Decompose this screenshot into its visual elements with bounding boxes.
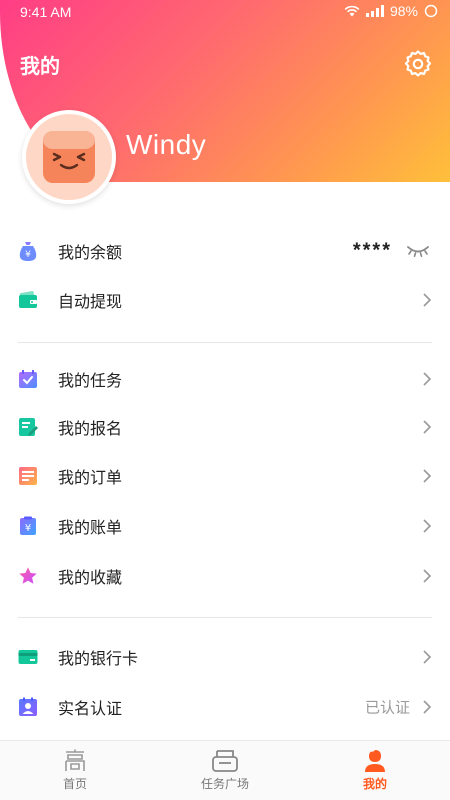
menu-item-balance[interactable]: ¥ 我的余额 ****: [0, 226, 450, 276]
menu-item-label: 我的收藏: [58, 568, 123, 587]
star-icon: [18, 566, 38, 586]
bank-card-icon: [18, 647, 38, 667]
status-indicators: 98%: [344, 3, 438, 19]
chevron-right-icon: [423, 700, 432, 714]
menu-item-label: 我的报名: [58, 419, 123, 438]
chevron-right-icon: [423, 372, 432, 386]
eye-closed-icon[interactable]: [406, 244, 430, 258]
username: Windy: [126, 129, 207, 160]
status-time: 9:41 AM: [20, 4, 72, 20]
menu-item-label: 我的账单: [58, 518, 123, 537]
svg-text:¥: ¥: [25, 250, 31, 260]
menu-item-orders[interactable]: 我的订单: [0, 451, 450, 501]
chevron-right-icon: [423, 569, 432, 583]
home-icon: [65, 749, 85, 771]
chevron-right-icon: [423, 293, 432, 307]
tab-home[interactable]: 首页: [0, 741, 150, 800]
bill-yuan-icon: ¥: [18, 516, 38, 536]
signal-icon: [365, 5, 384, 17]
wallet-icon: [18, 290, 38, 310]
battery-percent: 98%: [389, 3, 418, 19]
svg-text:¥: ¥: [25, 523, 31, 534]
avatar[interactable]: [22, 110, 116, 204]
menu-item-label: 我的订单: [58, 468, 123, 487]
edit-form-icon: [18, 417, 38, 437]
status-bar: 9:41 AM 98%: [0, 0, 450, 24]
verification-status: 已认证: [364, 698, 410, 717]
tab-label: 首页: [62, 777, 87, 791]
id-card-icon: [18, 697, 38, 717]
order-list-icon: [18, 466, 38, 486]
menu-item-real-name[interactable]: 实名认证 已认证: [0, 682, 450, 732]
menu-item-favorites[interactable]: 我的收藏: [0, 551, 450, 601]
gear-icon[interactable]: [402, 48, 434, 80]
menu-item-signups[interactable]: 我的报名: [0, 403, 450, 451]
balance-value: ****: [352, 239, 392, 262]
chevron-right-icon: [423, 650, 432, 664]
tab-task-plaza[interactable]: 任务广场: [150, 741, 300, 800]
menu-item-label: 实名认证: [58, 699, 123, 718]
task-calendar-icon: [18, 369, 38, 389]
battery-icon: [424, 4, 438, 18]
bottom-tab-bar: 首页 任务广场 我的: [0, 740, 450, 800]
menu-item-tasks[interactable]: 我的任务: [0, 355, 450, 403]
menu-item-label: 我的余额: [58, 243, 123, 262]
menu-item-auto-withdraw[interactable]: 自动提现: [0, 276, 450, 324]
menu-list: ¥ 我的余额 **** 自动提现 我的任务 我的报名 我的订单 ¥ 我的账单 我…: [0, 226, 450, 732]
tab-label: 我的: [362, 777, 387, 791]
profile-icon: [365, 750, 385, 772]
money-bag-icon: ¥: [18, 241, 38, 261]
menu-item-label: 自动提现: [58, 292, 123, 311]
menu-item-bank-card[interactable]: 我的银行卡: [0, 632, 450, 682]
chevron-right-icon: [423, 519, 432, 533]
menu-item-label: 我的银行卡: [58, 649, 139, 668]
tab-profile[interactable]: 我的: [300, 741, 450, 800]
task-plaza-icon: [212, 750, 238, 772]
tab-label: 任务广场: [200, 777, 249, 791]
smiley-face-icon: [43, 131, 95, 183]
chevron-right-icon: [423, 420, 432, 434]
page-title: 我的: [20, 54, 60, 78]
wifi-icon: [344, 5, 360, 17]
menu-item-label: 我的任务: [58, 371, 123, 390]
menu-item-bills[interactable]: ¥ 我的账单: [0, 501, 450, 551]
chevron-right-icon: [423, 469, 432, 483]
